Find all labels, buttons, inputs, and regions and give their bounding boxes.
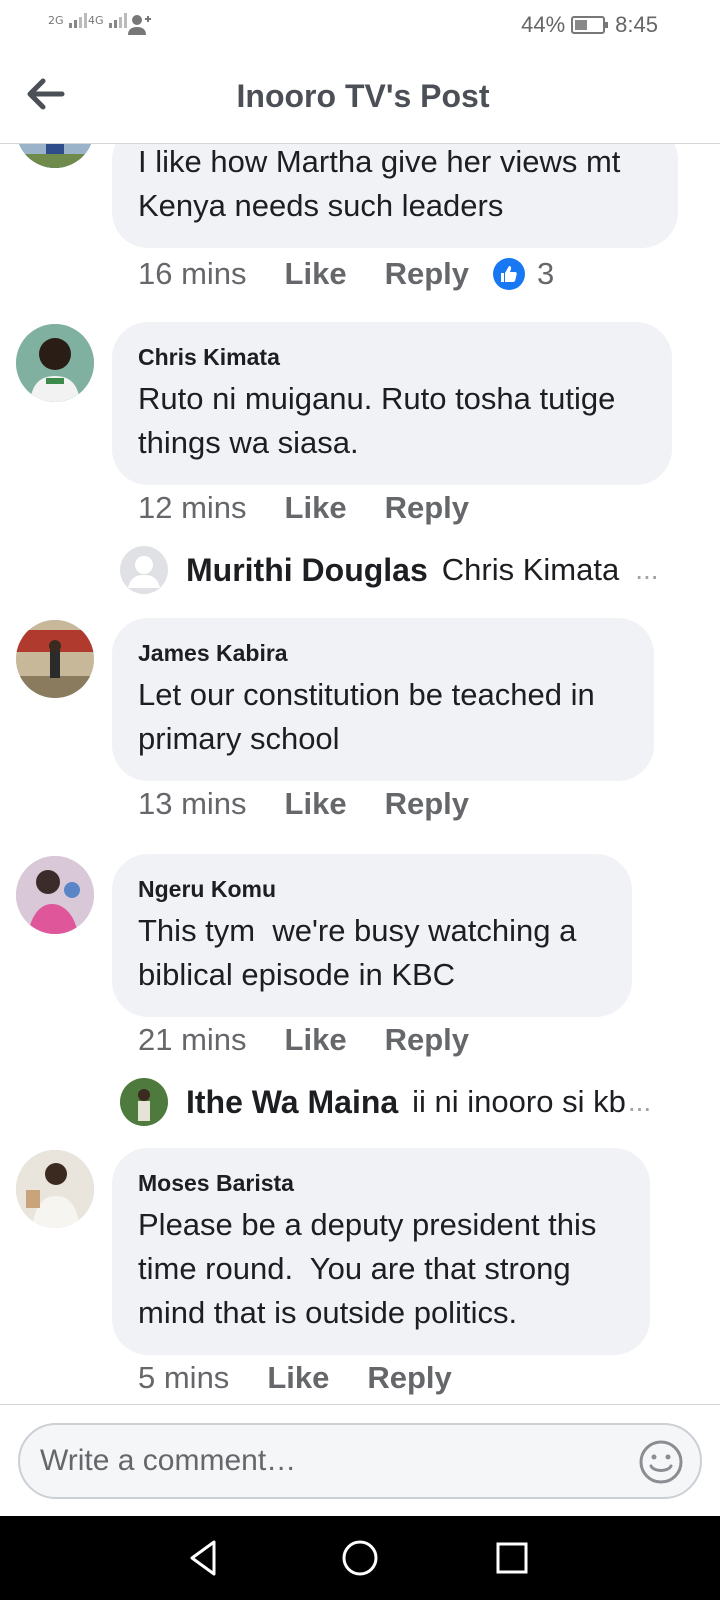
like-button[interactable]: Like — [285, 786, 347, 822]
comment-bubble[interactable]: James Kabira Let our constitution be tea… — [112, 618, 654, 781]
smiley-face-icon[interactable] — [638, 1439, 684, 1485]
reply-button[interactable]: Reply — [385, 490, 469, 526]
comment-bubble[interactable]: Ngeru Komu This tym we're busy watching … — [112, 854, 632, 1017]
comment-time: 12 mins — [138, 490, 247, 525]
comment-time: 16 mins — [138, 256, 247, 291]
clock: 8:45 — [615, 12, 658, 37]
thumbs-up-icon[interactable] — [493, 258, 525, 290]
page-title: Inooro TV's Post — [236, 78, 490, 114]
reply-button[interactable]: Reply — [385, 786, 469, 822]
comment-composer — [0, 1404, 720, 1516]
comment-bubble[interactable]: Moses Barista Please be a deputy preside… — [112, 1148, 650, 1355]
post-header: Inooro TV's Post — [0, 50, 720, 144]
reply-button[interactable]: Reply — [367, 1360, 451, 1396]
signal-4g-label: 4G — [88, 14, 104, 27]
comment-actions: 12 mins Like Reply — [138, 490, 507, 526]
avatar[interactable] — [16, 144, 94, 168]
signal-2g-label: 2G — [48, 14, 64, 27]
battery-icon — [571, 16, 609, 34]
like-button[interactable]: Like — [267, 1360, 329, 1396]
comments-list[interactable]: I like how Martha give her views mt Keny… — [0, 144, 720, 1404]
person-add-icon — [128, 15, 151, 35]
reply-preview[interactable]: Murithi Douglas Chris Kimata ... — [120, 546, 659, 594]
comment-input[interactable] — [40, 1437, 600, 1485]
signal-2g-icon: 2G — [48, 12, 89, 28]
circle-home-icon[interactable] — [338, 1536, 382, 1580]
like-button[interactable]: Like — [285, 1022, 347, 1058]
avatar — [120, 1078, 168, 1126]
comment-author[interactable]: Chris Kimata — [138, 344, 646, 371]
avatar[interactable] — [16, 620, 94, 698]
comment-author[interactable]: Ngeru Komu — [138, 876, 606, 903]
status-right: 44% 8:45 — [521, 12, 658, 38]
comment-time: 21 mins — [138, 1022, 247, 1057]
like-button[interactable]: Like — [285, 490, 347, 526]
comment-bubble[interactable]: I like how Martha give her views mt Keny… — [112, 144, 678, 248]
comment-text: I like how Martha give her views mt Keny… — [138, 144, 621, 223]
comment-text: Ruto ni muiganu. Ruto tosha tutige thing… — [138, 381, 616, 460]
avatar[interactable] — [16, 1150, 94, 1228]
battery-percent: 44% — [521, 12, 566, 37]
reply-author[interactable]: Murithi Douglas — [186, 552, 428, 589]
battery-fill — [575, 20, 587, 30]
avatar[interactable] — [16, 324, 94, 402]
signal-4g-icon: 4G — [88, 12, 129, 28]
comment-input-box[interactable] — [18, 1423, 702, 1499]
comment-time: 5 mins — [138, 1360, 230, 1395]
like-button[interactable]: Like — [285, 256, 347, 292]
reply-text: ii ni inooro si kb — [412, 1084, 626, 1119]
reply-button[interactable]: Reply — [385, 256, 469, 292]
reply-author[interactable]: Ithe Wa Maina — [186, 1084, 398, 1121]
avatar[interactable] — [16, 856, 94, 934]
comment-actions: 21 mins Like Reply — [138, 1022, 507, 1058]
reply-button[interactable]: Reply — [385, 1022, 469, 1058]
reaction-count[interactable]: 3 — [537, 256, 554, 292]
comment-text: Please be a deputy president this time r… — [138, 1207, 606, 1330]
comment-text: This tym we're busy watching a biblical … — [138, 913, 585, 992]
comment-actions: 16 mins Like Reply 3 — [138, 256, 554, 292]
comment-actions: 5 mins Like Reply — [138, 1360, 490, 1396]
system-nav-bar — [0, 1516, 720, 1600]
reply-more: ... — [627, 1086, 652, 1117]
default-avatar-icon — [120, 546, 168, 594]
reply-more: ... — [635, 554, 659, 585]
comment-text: Let our constitution be teached in prima… — [138, 677, 595, 756]
triangle-back-icon[interactable] — [184, 1536, 228, 1580]
comment-bubble[interactable]: Chris Kimata Ruto ni muiganu. Ruto tosha… — [112, 322, 672, 485]
comment-author[interactable]: Moses Barista — [138, 1170, 624, 1197]
comment-author[interactable]: James Kabira — [138, 640, 628, 667]
reply-preview[interactable]: Ithe Wa Maina ii ni inooro si kb ... — [120, 1078, 651, 1126]
status-bar: 2G 4G 44% 8:45 — [0, 0, 720, 50]
reply-text: Chris Kimata — [441, 552, 620, 587]
square-recents-icon[interactable] — [490, 1536, 534, 1580]
comment-time: 13 mins — [138, 786, 247, 821]
comment-actions: 13 mins Like Reply — [138, 786, 507, 822]
